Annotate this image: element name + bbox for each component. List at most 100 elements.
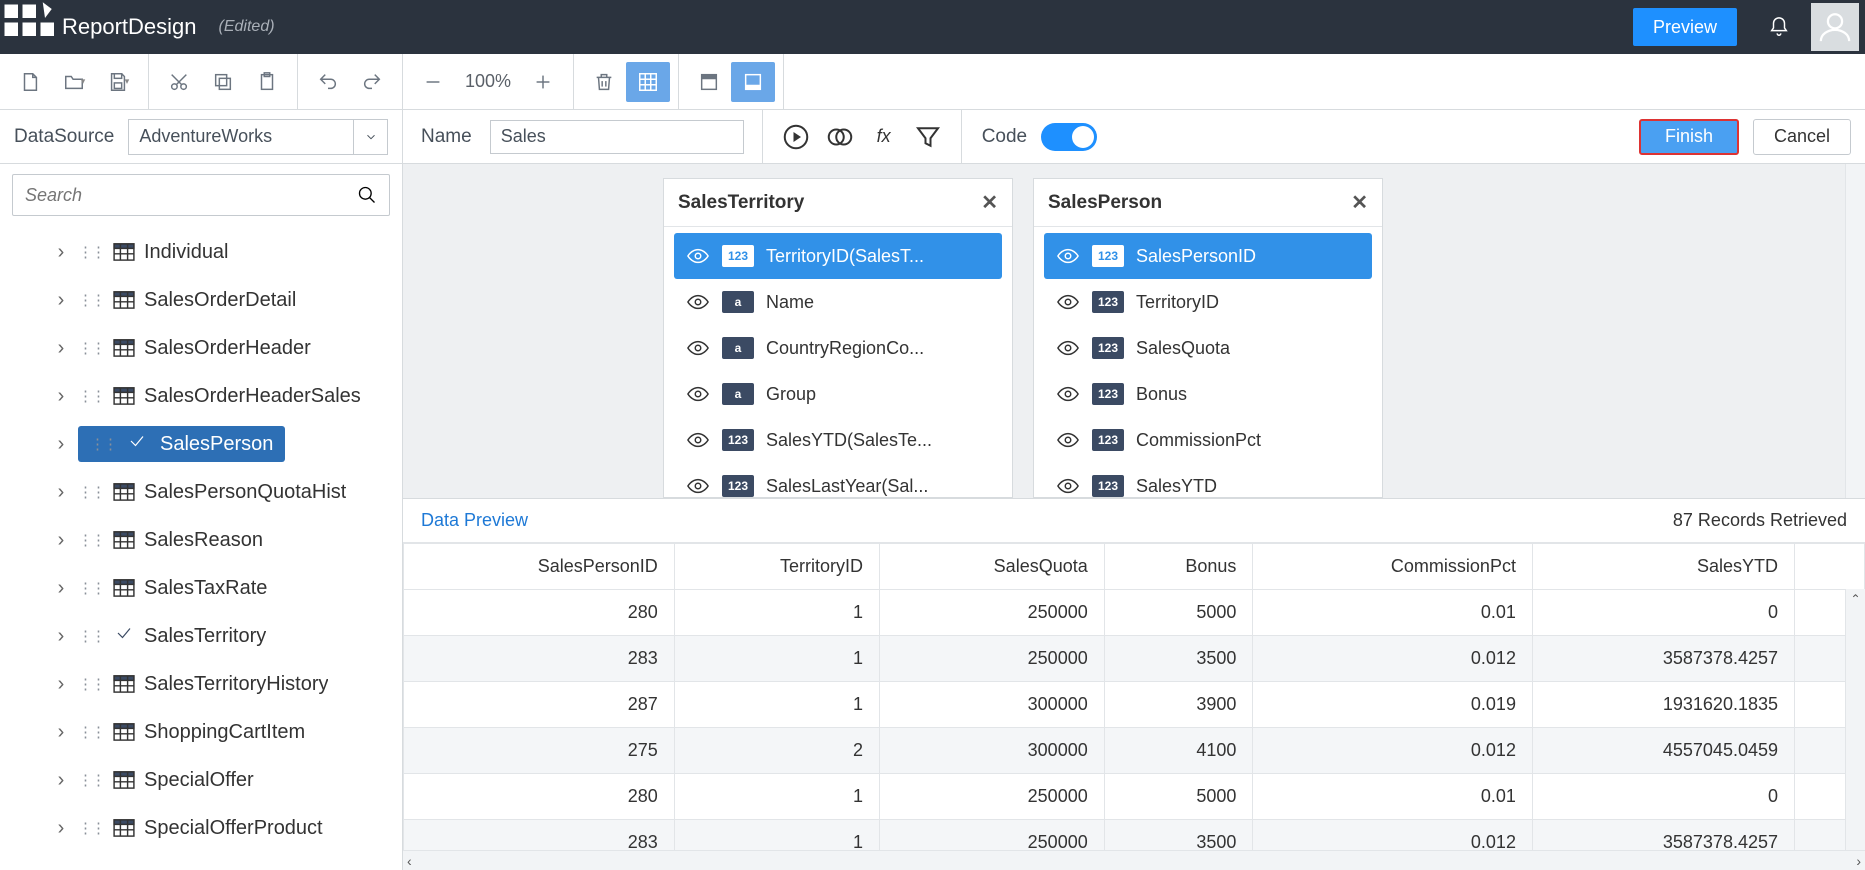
- grid-vscroll[interactable]: ⌃: [1845, 589, 1865, 850]
- chevron-right-icon: ›: [52, 529, 70, 552]
- field-label: TerritoryID(SalesT...: [766, 246, 924, 267]
- sidebar-item-specialofferproduct[interactable]: › ⋮⋮ SpecialOfferProduct: [12, 804, 390, 852]
- cell: 280: [404, 774, 675, 820]
- fx-icon[interactable]: fx: [869, 122, 899, 152]
- sidebar-item-salestaxrate[interactable]: › ⋮⋮ SalesTaxRate: [12, 564, 390, 612]
- finish-button[interactable]: Finish: [1639, 119, 1739, 155]
- eye-icon[interactable]: [1056, 248, 1080, 264]
- name-input[interactable]: [490, 120, 744, 154]
- join-icon[interactable]: [825, 122, 855, 152]
- eye-icon[interactable]: [1056, 294, 1080, 310]
- chevron-right-icon: ›: [52, 481, 70, 504]
- column-header[interactable]: Bonus: [1104, 544, 1253, 590]
- preview-button[interactable]: Preview: [1633, 8, 1737, 46]
- eye-icon[interactable]: [1056, 386, 1080, 402]
- paste-icon[interactable]: [245, 62, 289, 102]
- panel-salesperson[interactable]: SalesPerson✕ 123 SalesPersonID 123 Terri…: [1033, 178, 1383, 498]
- zoom-in-icon[interactable]: [521, 62, 565, 102]
- sidebar-item-salespersonquotahist[interactable]: › ⋮⋮ SalesPersonQuotaHist: [12, 468, 390, 516]
- field-name[interactable]: a Name: [674, 279, 1002, 325]
- close-icon[interactable]: ✕: [1351, 190, 1368, 215]
- column-header[interactable]: SalesQuota: [879, 544, 1104, 590]
- sidebar-item-label: Individual: [144, 241, 229, 264]
- panel-title: SalesTerritory: [678, 192, 804, 214]
- sidebar-item-label: ShoppingCartItem: [144, 721, 305, 744]
- sidebar-item-salesterritory[interactable]: › ⋮⋮ SalesTerritory: [12, 612, 390, 660]
- cell: 300000: [879, 728, 1104, 774]
- grid-hscroll[interactable]: ‹›: [403, 850, 1865, 870]
- chevron-down-icon: [353, 120, 387, 154]
- sidebar-item-salesorderheader[interactable]: › ⋮⋮ SalesOrderHeader: [12, 324, 390, 372]
- canvas-scrollbar[interactable]: [1845, 164, 1865, 498]
- eye-icon[interactable]: [686, 294, 710, 310]
- sidebar-item-specialoffer[interactable]: › ⋮⋮ SpecialOffer: [12, 756, 390, 804]
- column-header[interactable]: CommissionPct: [1253, 544, 1533, 590]
- eye-icon[interactable]: [686, 432, 710, 448]
- redo-icon[interactable]: [350, 62, 394, 102]
- field-group[interactable]: a Group: [674, 371, 1002, 417]
- cell: 280: [404, 590, 675, 636]
- save-icon[interactable]: ▾: [96, 62, 140, 102]
- field-label: SalesLastYear(Sal...: [766, 476, 928, 497]
- panel-salesterritory[interactable]: SalesTerritory ✕ 123 TerritoryID(SalesT..…: [663, 178, 1013, 498]
- open-folder-icon[interactable]: ▾: [52, 62, 96, 102]
- eye-icon[interactable]: [1056, 432, 1080, 448]
- sidebar-item-shoppingcartitem[interactable]: › ⋮⋮ ShoppingCartItem: [12, 708, 390, 756]
- column-header[interactable]: SalesYTD: [1532, 544, 1794, 590]
- eye-icon[interactable]: [686, 386, 710, 402]
- type-badge: a: [722, 291, 754, 313]
- field-salesquota[interactable]: 123 SalesQuota: [1044, 325, 1372, 371]
- cut-icon[interactable]: [157, 62, 201, 102]
- column-header[interactable]: SalesPersonID: [404, 544, 675, 590]
- undo-icon[interactable]: [306, 62, 350, 102]
- field-label: SalesYTD(SalesTe...: [766, 430, 932, 451]
- footer-toggle-icon[interactable]: [731, 62, 775, 102]
- zoom-out-icon[interactable]: [411, 62, 455, 102]
- sidebar-item-individual[interactable]: › ⋮⋮ Individual: [12, 228, 390, 276]
- datasource-select[interactable]: AdventureWorks: [128, 119, 388, 155]
- sidebar-item-label: SalesReason: [144, 529, 263, 552]
- delete-icon[interactable]: [582, 62, 626, 102]
- field-salesytdsaleste[interactable]: 123 SalesYTD(SalesTe...: [674, 417, 1002, 463]
- cancel-button[interactable]: Cancel: [1753, 119, 1851, 155]
- grip-icon: ⋮⋮: [78, 243, 104, 261]
- code-toggle[interactable]: [1041, 123, 1097, 151]
- search-icon: [357, 185, 377, 205]
- search-field[interactable]: [25, 185, 357, 206]
- field-territoryidsalest[interactable]: 123 TerritoryID(SalesT...: [674, 233, 1002, 279]
- field-bonus[interactable]: 123 Bonus: [1044, 371, 1372, 417]
- sidebar-item-salesorderdetail[interactable]: › ⋮⋮ SalesOrderDetail: [12, 276, 390, 324]
- field-commissionpct[interactable]: 123 CommissionPct: [1044, 417, 1372, 463]
- run-icon[interactable]: [781, 122, 811, 152]
- table-icon: [112, 386, 136, 406]
- check-icon: [126, 432, 150, 456]
- sidebar-item-salesorderheadersales[interactable]: › ⋮⋮ SalesOrderHeaderSales: [12, 372, 390, 420]
- avatar[interactable]: [1811, 3, 1859, 51]
- filter-icon[interactable]: [913, 122, 943, 152]
- sidebar-item-salesperson[interactable]: › ⋮⋮SalesPerson: [12, 420, 390, 468]
- apps-icon[interactable]: [0, 0, 54, 54]
- eye-icon[interactable]: [686, 340, 710, 356]
- type-badge: 123: [722, 475, 754, 497]
- eye-icon[interactable]: [1056, 478, 1080, 494]
- sidebar-item-label: SalesPersonQuotaHist: [144, 481, 346, 504]
- close-icon[interactable]: ✕: [981, 190, 998, 215]
- new-file-icon[interactable]: [8, 62, 52, 102]
- search-input[interactable]: [12, 174, 390, 216]
- sidebar-item-salesterritoryhistory[interactable]: › ⋮⋮ SalesTerritoryHistory: [12, 660, 390, 708]
- cell: 5000: [1104, 590, 1253, 636]
- column-header[interactable]: TerritoryID: [674, 544, 879, 590]
- field-countryregionco[interactable]: a CountryRegionCo...: [674, 325, 1002, 371]
- type-badge: 123: [1092, 291, 1124, 313]
- field-salespersonid[interactable]: 123 SalesPersonID: [1044, 233, 1372, 279]
- header-toggle-icon[interactable]: [687, 62, 731, 102]
- eye-icon[interactable]: [686, 478, 710, 494]
- grid-icon[interactable]: [626, 62, 670, 102]
- field-territoryid[interactable]: 123 TerritoryID: [1044, 279, 1372, 325]
- eye-icon[interactable]: [1056, 340, 1080, 356]
- eye-icon[interactable]: [686, 248, 710, 264]
- copy-icon[interactable]: [201, 62, 245, 102]
- sidebar-item-salesreason[interactable]: › ⋮⋮ SalesReason: [12, 516, 390, 564]
- cell: 2: [674, 728, 879, 774]
- bell-icon[interactable]: [1761, 16, 1797, 38]
